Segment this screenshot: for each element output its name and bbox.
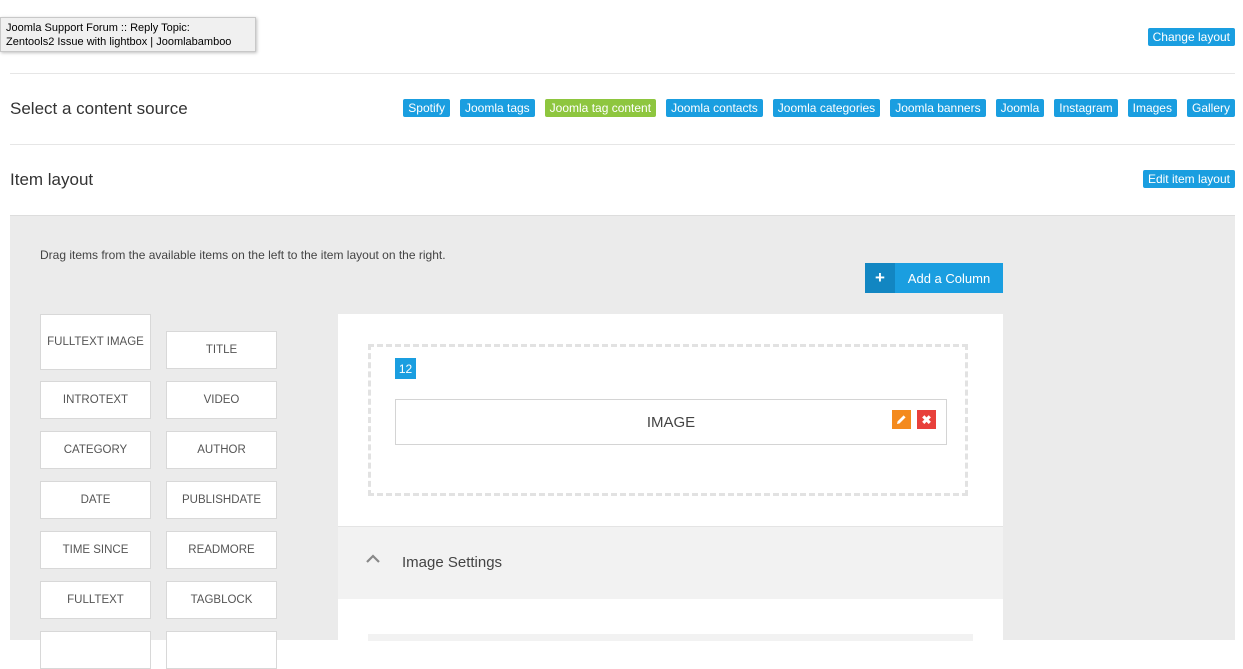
divider [10, 73, 1235, 74]
item-layout-title: Item layout [10, 170, 94, 189]
pencil-icon[interactable] [892, 410, 911, 429]
available-item[interactable] [40, 631, 151, 669]
plus-icon: + [865, 263, 895, 293]
available-item[interactable] [166, 631, 277, 669]
tooltip-line-2: Zentools2 Issue with lightbox | Joomlaba… [6, 36, 232, 48]
source-button-joomla-categories[interactable]: Joomla categories [772, 99, 881, 117]
available-item[interactable]: VIDEO [166, 381, 277, 419]
available-item[interactable]: CATEGORY [40, 431, 151, 469]
tooltip-line-1: Joomla Support Forum :: Reply Topic: [6, 22, 190, 34]
column-width-badge[interactable]: 12 [395, 358, 416, 379]
available-item[interactable]: PUBLISHDATE [166, 481, 277, 519]
available-item[interactable]: FULLTEXT IMAGE [40, 314, 151, 370]
source-button-joomla-contacts[interactable]: Joomla contacts [666, 99, 763, 117]
edit-item-layout-button[interactable]: Edit item layout [1142, 170, 1235, 188]
source-button-joomla-tags[interactable]: Joomla tags [459, 99, 535, 117]
available-item[interactable]: DATE [40, 481, 151, 519]
source-button-joomla-tag-content[interactable]: Joomla tag content [544, 99, 657, 117]
available-item[interactable]: AUTHOR [166, 431, 277, 469]
available-item[interactable]: TIME SINCE [40, 531, 151, 569]
layout-column[interactable]: 12 IMAGE ✖ [368, 344, 968, 496]
item-layout-panel: Drag items from the available items on t… [10, 215, 1235, 669]
source-button-joomla[interactable]: Joomla [995, 99, 1045, 117]
chevron-up-icon [366, 551, 380, 569]
image-settings-header[interactable]: Image Settings [338, 526, 1003, 599]
available-item[interactable]: READMORE [166, 531, 277, 569]
source-button-gallery[interactable]: Gallery [1186, 99, 1235, 117]
browser-tooltip: Joomla Support Forum :: Reply Topic: Zen… [0, 17, 256, 52]
delete-icon[interactable]: ✖ [917, 410, 936, 429]
content-source-list: Spotify Joomla tags Joomla tag content Joom… [403, 99, 1235, 117]
image-settings-title: Image Settings [402, 554, 503, 571]
divider [10, 144, 1235, 145]
source-button-instagram[interactable]: Instagram [1054, 99, 1118, 117]
available-item[interactable]: TAGBLOCK [166, 581, 277, 619]
placed-item-label: IMAGE [646, 413, 696, 431]
instructions-text: Drag items from the available items on t… [40, 248, 446, 262]
content-source-title: Select a content source [10, 99, 188, 118]
available-item[interactable]: FULLTEXT [40, 581, 151, 619]
available-item[interactable]: TITLE [166, 331, 277, 369]
add-column-label: Add a Column [907, 270, 991, 286]
add-column-button[interactable]: + Add a Column [865, 263, 1003, 293]
change-layout-button[interactable]: Change layout [1147, 28, 1235, 46]
source-button-joomla-banners[interactable]: Joomla banners [890, 99, 986, 117]
placed-item-image[interactable]: IMAGE ✖ [395, 399, 947, 445]
item-layout-canvas: 12 IMAGE ✖ Image Settings [338, 314, 1003, 641]
available-item[interactable]: INTROTEXT [40, 381, 151, 419]
source-button-spotify[interactable]: Spotify [403, 99, 450, 117]
source-button-images[interactable]: Images [1127, 99, 1177, 117]
